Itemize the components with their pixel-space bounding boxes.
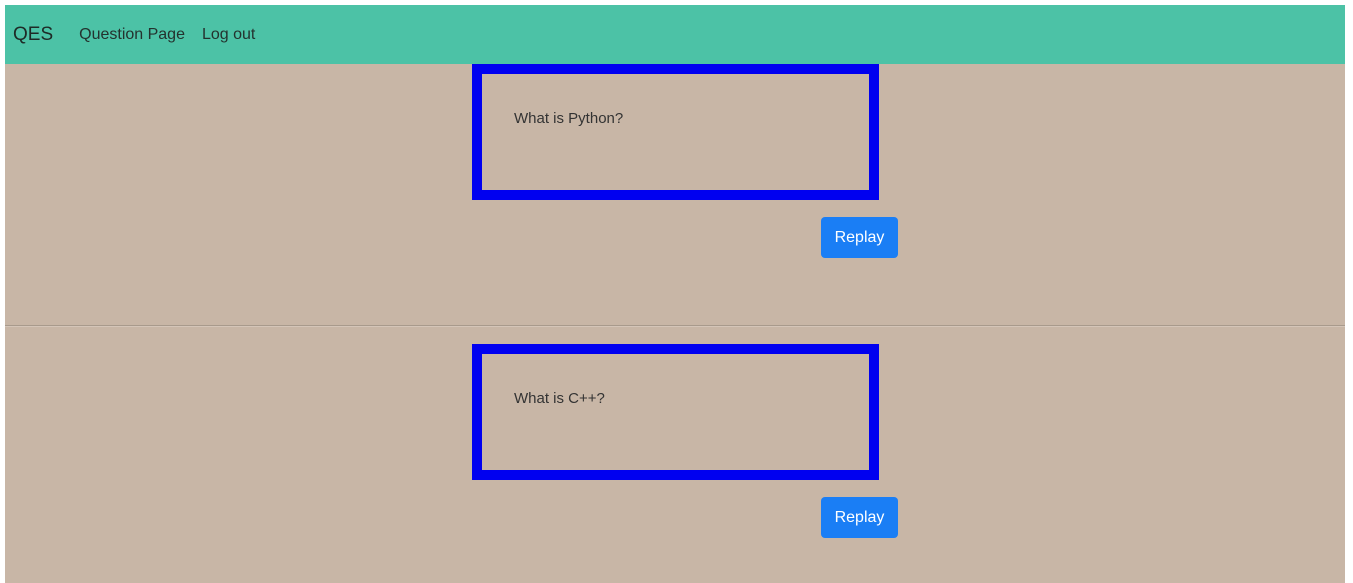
nav-link-log-out[interactable]: Log out: [202, 26, 255, 44]
question-text: What is Python?: [514, 110, 624, 127]
section-divider: [5, 325, 1345, 327]
page-frame: QES Question Page Log out What is Python…: [5, 5, 1345, 583]
question-card: What is C++?: [472, 344, 879, 480]
brand-link[interactable]: QES: [13, 24, 53, 46]
replay-button[interactable]: Replay: [821, 217, 898, 258]
question-text: What is C++?: [514, 390, 605, 407]
question-card: What is Python?: [472, 64, 879, 200]
top-navbar: QES Question Page Log out: [5, 5, 1345, 64]
replay-button[interactable]: Replay: [821, 497, 898, 538]
nav-link-question-page[interactable]: Question Page: [79, 26, 185, 44]
